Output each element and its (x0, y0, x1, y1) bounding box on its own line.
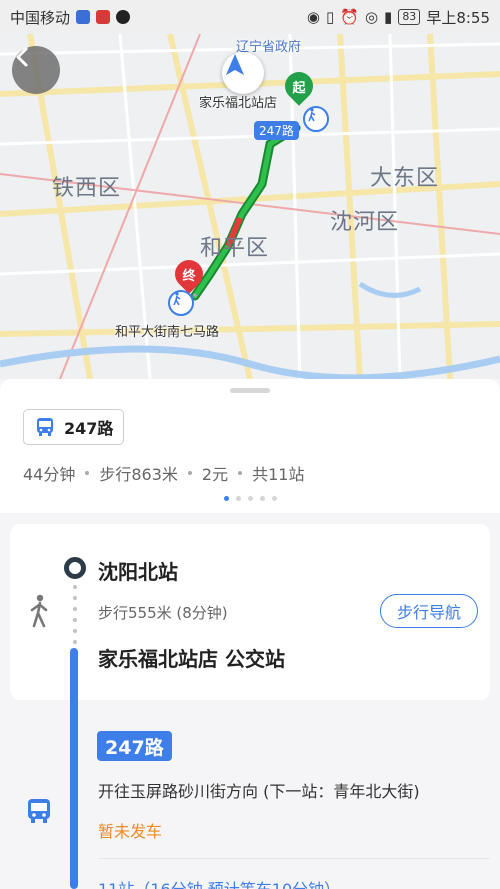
page-dot-active (224, 496, 229, 501)
location-arrow-button[interactable] (222, 52, 264, 94)
bus-status-text: 暂未发车 (98, 822, 163, 841)
alarm-icon: ⏰ (340, 8, 359, 26)
route-summary: 44分钟 步行863米 2元 共11站 (23, 461, 304, 485)
app-notification-icon (96, 10, 111, 24)
route-fare: 2元 (201, 465, 229, 484)
origin-station-title: 沈阳北站 (98, 560, 178, 584)
carrier-label: 中国移动 (10, 8, 71, 27)
clock-time: 早上8:55 (426, 8, 490, 27)
route-chip[interactable]: 247路 (23, 409, 125, 445)
signal-icon: ▮ (384, 8, 393, 26)
start-pin-label: 起 (292, 80, 306, 96)
route-tag-label: 247路 (254, 121, 299, 140)
separator-dot (187, 471, 192, 475)
bus-icon (37, 418, 53, 436)
page-dot (248, 496, 253, 501)
walk-start-icon (303, 106, 329, 132)
bus-stop-title: 家乐福北站店 公交站 (98, 647, 285, 671)
separator-dot (238, 471, 243, 475)
separator-dot (85, 471, 90, 475)
start-poi-label: 家乐福北站店 (199, 96, 278, 111)
page-dot (236, 496, 241, 501)
district-label-shenhe: 沈河区 (330, 210, 400, 235)
route-stop-count: 共11站 (252, 465, 305, 484)
status-bar: 中国移动 ◉ ▯ ⏰ ◎ ▮ 83 早上8:55 (0, 0, 500, 34)
location-icon: ◉ (306, 8, 320, 26)
battery-icon: 83 (398, 9, 421, 25)
bus-direction-text: 开往玉屏路砂川街方向 (下一站：青年北大街) (98, 782, 420, 801)
page-dot (272, 496, 277, 501)
vibrate-icon: ▯ (326, 8, 335, 26)
divider (98, 858, 490, 859)
hd-icon (76, 10, 91, 24)
sheet-drag-handle[interactable] (230, 388, 270, 393)
district-label-heping: 和平区 (200, 236, 270, 261)
walk-end-icon (168, 290, 194, 316)
navigation-arrow-icon (226, 54, 244, 75)
walk-info-text: 步行555米 (8分钟) (98, 604, 228, 622)
back-button[interactable] (12, 46, 60, 94)
route-map[interactable]: 铁西区 大东区 沈河区 和平区 辽宁省政府 家乐福北站店 和平大街南七马路 起 … (0, 34, 500, 379)
origin-marker-icon (64, 557, 86, 579)
ride-stops-info[interactable]: 11站（16分钟 预计等车10分钟） (98, 876, 340, 889)
district-label-tiexi: 铁西区 (52, 176, 122, 201)
walking-person-icon (28, 594, 50, 632)
end-poi-label: 和平大街南七马路 (115, 325, 220, 340)
bus-line-badge[interactable]: 247路 (97, 731, 172, 761)
route-duration: 44分钟 (23, 465, 76, 484)
walk-dotted-line (73, 585, 77, 651)
page-indicator (224, 496, 277, 501)
route-walk-distance: 步行863米 (99, 465, 178, 484)
route-timeline (70, 648, 78, 889)
end-pin-label: 终 (182, 268, 196, 284)
chevron-left-icon (16, 47, 28, 67)
walk-navigation-button[interactable]: 步行导航 (380, 594, 478, 628)
bus-side-icon (24, 796, 54, 830)
district-label-dadong: 大东区 (370, 166, 440, 191)
page-dot (260, 496, 265, 501)
eye-icon: ◎ (364, 8, 379, 26)
tiktok-icon (116, 10, 131, 24)
route-chip-label: 247路 (64, 419, 114, 438)
